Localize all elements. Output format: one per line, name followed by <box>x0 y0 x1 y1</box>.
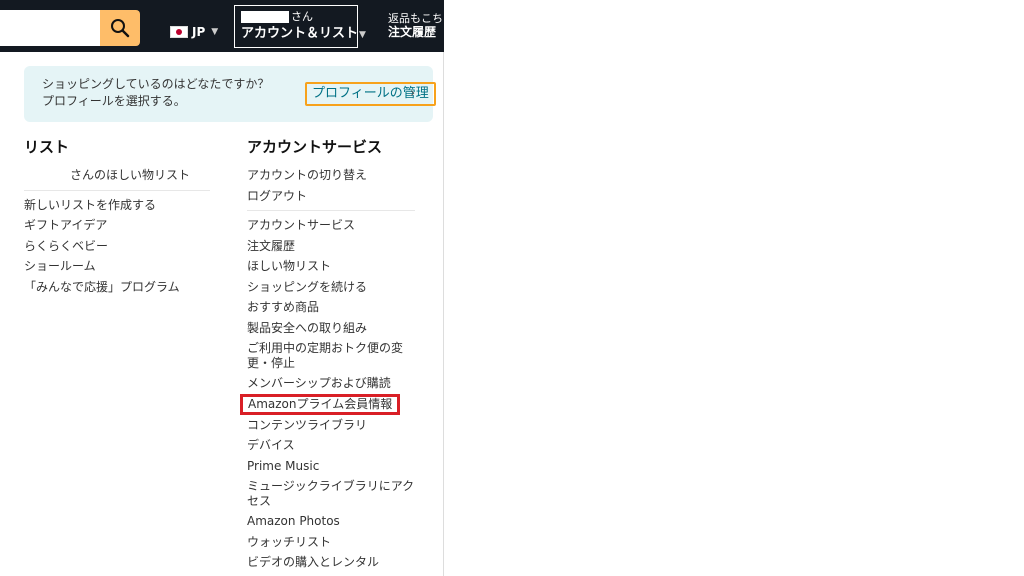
prime-music-link[interactable]: Prime Music <box>247 456 415 477</box>
list-item[interactable]: ギフトアイデア <box>24 215 210 236</box>
orders-label: 注文履歴 <box>388 25 437 39</box>
wishlist-label: さんのほしい物リスト <box>70 168 191 182</box>
returns-label: 返品もこち <box>388 12 443 25</box>
top-nav-bar: JP ▼ さん アカウント＆リスト ▼ 返品もこち 注文履歴 <box>0 0 444 52</box>
keep-shopping-link[interactable]: ショッピングを続ける <box>247 277 415 298</box>
search-input[interactable] <box>0 10 100 46</box>
list-item[interactable]: 新しいリストを作成する <box>24 195 210 216</box>
redacted-user-name <box>24 168 70 183</box>
video-purchases-link[interactable]: ビデオの購入とレンタル <box>247 552 415 573</box>
memberships-link[interactable]: メンバーシップおよび購読 <box>247 373 415 394</box>
sign-out-link[interactable]: ログアウト <box>247 186 415 207</box>
amazon-photos-link[interactable]: Amazon Photos <box>247 511 415 532</box>
prime-membership-link-wrapper: Amazonプライム会員情報 <box>240 393 415 415</box>
chevron-right-icon: › <box>410 86 416 101</box>
devices-link[interactable]: デバイス <box>247 435 415 456</box>
account-services-link[interactable]: アカウントサービス <box>247 215 415 236</box>
returns-and-orders[interactable]: 返品もこち 注文履歴 <box>388 12 443 39</box>
lists-heading: リスト <box>24 138 70 156</box>
search-button[interactable] <box>100 10 140 46</box>
list-item[interactable]: らくらくベビー <box>24 236 210 257</box>
profile-selector-banner: ショッピングしているのはどなたですか？プロフィールを選択する。 プロフィールの管… <box>24 66 436 122</box>
list-item[interactable]: ショールーム <box>24 256 210 277</box>
account-dropdown-panel: ショッピングしているのはどなたですか？プロフィールを選択する。 プロフィールの管… <box>0 52 444 576</box>
account-services-heading: アカウントサービス <box>247 138 383 156</box>
profile-prompt: ショッピングしているのはどなたですか？プロフィールを選択する。 <box>42 77 270 108</box>
divider <box>247 210 415 211</box>
watchlist-link[interactable]: ウォッチリスト <box>247 532 415 553</box>
order-history-link[interactable]: 注文履歴 <box>247 236 415 257</box>
manage-profiles-link[interactable]: プロフィールの管理 <box>305 82 436 106</box>
japan-flag-icon <box>170 26 188 38</box>
lists-column: リスト さんのほしい物リスト 新しいリストを作成する ギフトアイデア らくらくベ… <box>24 136 210 297</box>
wishlist-link[interactable]: さんのほしい物リスト <box>24 165 210 186</box>
account-greeting: さん <box>291 10 313 23</box>
recommendations-link[interactable]: おすすめ商品 <box>247 297 415 318</box>
language-code: JP <box>192 25 206 39</box>
account-services-column: アカウントサービス アカウントの切り替え ログアウト アカウントサービス 注文履… <box>240 136 415 573</box>
account-and-lists-label: アカウント＆リスト <box>241 26 359 41</box>
account-and-lists-menu[interactable]: さん アカウント＆リスト <box>234 5 358 48</box>
prime-membership-link[interactable]: Amazonプライム会員情報 <box>240 393 401 415</box>
chevron-down-icon: ▼ <box>211 27 219 37</box>
product-safety-link[interactable]: 製品安全への取り組み <box>247 318 415 339</box>
language-selector[interactable]: JP ▼ <box>170 22 218 42</box>
music-library-link[interactable]: ミュージックライブラリにアクセス <box>247 476 415 511</box>
subscribe-and-save-link[interactable]: ご利用中の定期おトク便の変更・停止 <box>247 338 415 373</box>
redacted-user-name <box>241 11 289 23</box>
chevron-down-icon: ▼ <box>359 30 366 40</box>
list-item[interactable]: 「みんなで応援」プログラム <box>24 277 210 298</box>
divider <box>24 189 210 191</box>
content-library-link[interactable]: コンテンツライブラリ <box>247 415 415 436</box>
wishlist-menu-link[interactable]: ほしい物リスト <box>247 256 415 277</box>
switch-account-link[interactable]: アカウントの切り替え <box>247 165 415 186</box>
search-icon <box>111 19 130 38</box>
